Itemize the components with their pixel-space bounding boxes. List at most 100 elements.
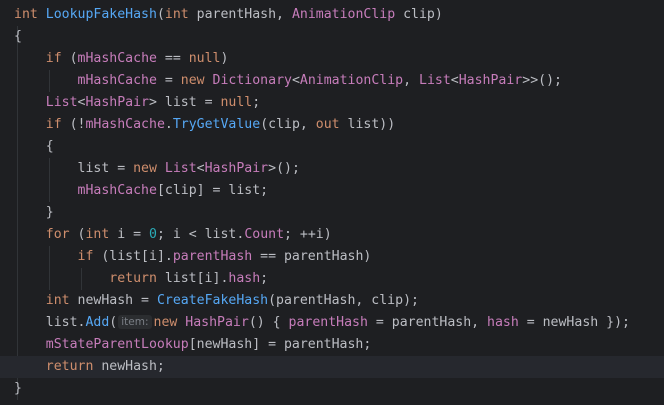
- keyword-token: if: [77, 249, 94, 264]
- code-text: (list[i].: [93, 249, 173, 264]
- code-text: newHash =: [69, 293, 157, 308]
- code-line[interactable]: list.Add(item: new HashPair() { parentHas…: [0, 312, 664, 334]
- type-token: AnimationClip: [291, 7, 396, 22]
- code-line-current[interactable]: return newHash;: [0, 356, 664, 378]
- function-token: TryGetValue: [172, 117, 261, 132]
- code-line[interactable]: }: [0, 378, 664, 400]
- code-line[interactable]: list = new List<HashPair>();: [0, 158, 664, 180]
- code-line[interactable]: if (list[i].parentHash == parentHash): [0, 246, 664, 268]
- code-text: clip): [395, 7, 443, 22]
- code-text: (: [109, 315, 118, 330]
- code-line[interactable]: mStateParentLookup[newHash] = parentHash…: [0, 334, 664, 356]
- field-token: parentHash: [172, 249, 253, 264]
- code-text: }: [14, 381, 22, 396]
- type-token: AnimationClip: [299, 73, 404, 88]
- code-text: {: [14, 29, 22, 44]
- field-token: mHashCache: [77, 183, 157, 198]
- type-token: List: [419, 73, 451, 88]
- code-text: .: [164, 117, 173, 132]
- type-token: HashPair: [458, 73, 523, 88]
- code-text: i =: [109, 227, 150, 242]
- type-token: HashPair: [185, 315, 249, 330]
- code-text: <: [450, 73, 459, 88]
- code-text: > list =: [149, 95, 221, 110]
- code-text: ,: [403, 73, 420, 88]
- code-text: (: [61, 51, 78, 66]
- code-text: = newHash });: [518, 315, 630, 330]
- code-text: <: [291, 73, 300, 88]
- keyword-token: for: [45, 227, 70, 242]
- code-text: ;: [252, 95, 261, 110]
- keyword-token: int: [85, 227, 110, 242]
- keyword-token: new: [153, 315, 178, 330]
- code-text: =: [156, 73, 181, 88]
- code-text: {: [14, 139, 54, 154]
- code-line[interactable]: int LookupFakeHash(int parentHash, Anima…: [0, 4, 664, 26]
- code-text: ): [220, 51, 229, 66]
- type-token: HashPair: [204, 161, 269, 176]
- code-text: (parentHash, clip);: [268, 293, 419, 308]
- code-text: newHash;: [93, 359, 165, 374]
- code-line[interactable]: {: [0, 26, 664, 48]
- code-text: ;: [260, 271, 269, 286]
- code-line[interactable]: int newHash = CreateFakeHash(parentHash,…: [0, 290, 664, 312]
- parameter-hint: item:: [118, 315, 152, 329]
- field-token: mHashCache: [77, 73, 157, 88]
- code-editor[interactable]: int LookupFakeHash(int parentHash, Anima…: [0, 0, 664, 405]
- code-text: (: [156, 7, 165, 22]
- type-token: List: [45, 95, 78, 110]
- code-line[interactable]: List<HashPair> list = null;: [0, 92, 664, 114]
- field-token: mStateParentLookup: [45, 337, 189, 352]
- keyword-token: new: [133, 161, 157, 176]
- type-token: List: [164, 161, 197, 176]
- code-line[interactable]: mHashCache = new Dictionary<AnimationCli…: [0, 70, 664, 92]
- keyword-token: null: [188, 51, 221, 66]
- code-text: parentHash,: [188, 7, 292, 22]
- field-token: hash: [487, 315, 519, 330]
- field-token: mHashCache: [85, 117, 165, 132]
- code-line[interactable]: {: [0, 136, 664, 158]
- keyword-token: null: [220, 95, 253, 110]
- code-line[interactable]: mHashCache[clip] = list;: [0, 180, 664, 202]
- code-line[interactable]: }: [0, 202, 664, 224]
- code-line[interactable]: if (mHashCache == null): [0, 48, 664, 70]
- function-token: CreateFakeHash: [156, 293, 269, 308]
- code-text: list[i].: [156, 271, 229, 286]
- code-text: list)): [339, 117, 396, 132]
- number-token: 0: [149, 227, 157, 242]
- code-text: >>();: [522, 73, 562, 88]
- code-line[interactable]: return list[i].hash;: [0, 268, 664, 290]
- code-text: list.: [14, 315, 86, 330]
- code-text: == parentHash): [252, 249, 372, 264]
- function-token: LookupFakeHash: [45, 7, 157, 22]
- keyword-token: return: [45, 359, 94, 374]
- code-text: (!: [61, 117, 86, 132]
- keyword-token: int: [45, 293, 70, 308]
- code-text: = parentHash,: [367, 315, 488, 330]
- code-text: list =: [14, 161, 134, 176]
- keyword-token: new: [180, 73, 205, 88]
- function-token: Add: [85, 315, 110, 330]
- field-token: parentHash: [288, 315, 368, 330]
- code-line[interactable]: if (!mHashCache.TryGetValue(clip, out li…: [0, 114, 664, 136]
- code-text: [newHash] = parentHash;: [188, 337, 372, 352]
- code-text: [clip] = list;: [156, 183, 269, 198]
- type-token: Dictionary: [212, 73, 292, 88]
- keyword-token: if: [45, 51, 62, 66]
- code-text: () {: [248, 315, 289, 330]
- field-token: mHashCache: [77, 51, 157, 66]
- code-line[interactable]: for (int i = 0; i < list.Count; ++i): [0, 224, 664, 246]
